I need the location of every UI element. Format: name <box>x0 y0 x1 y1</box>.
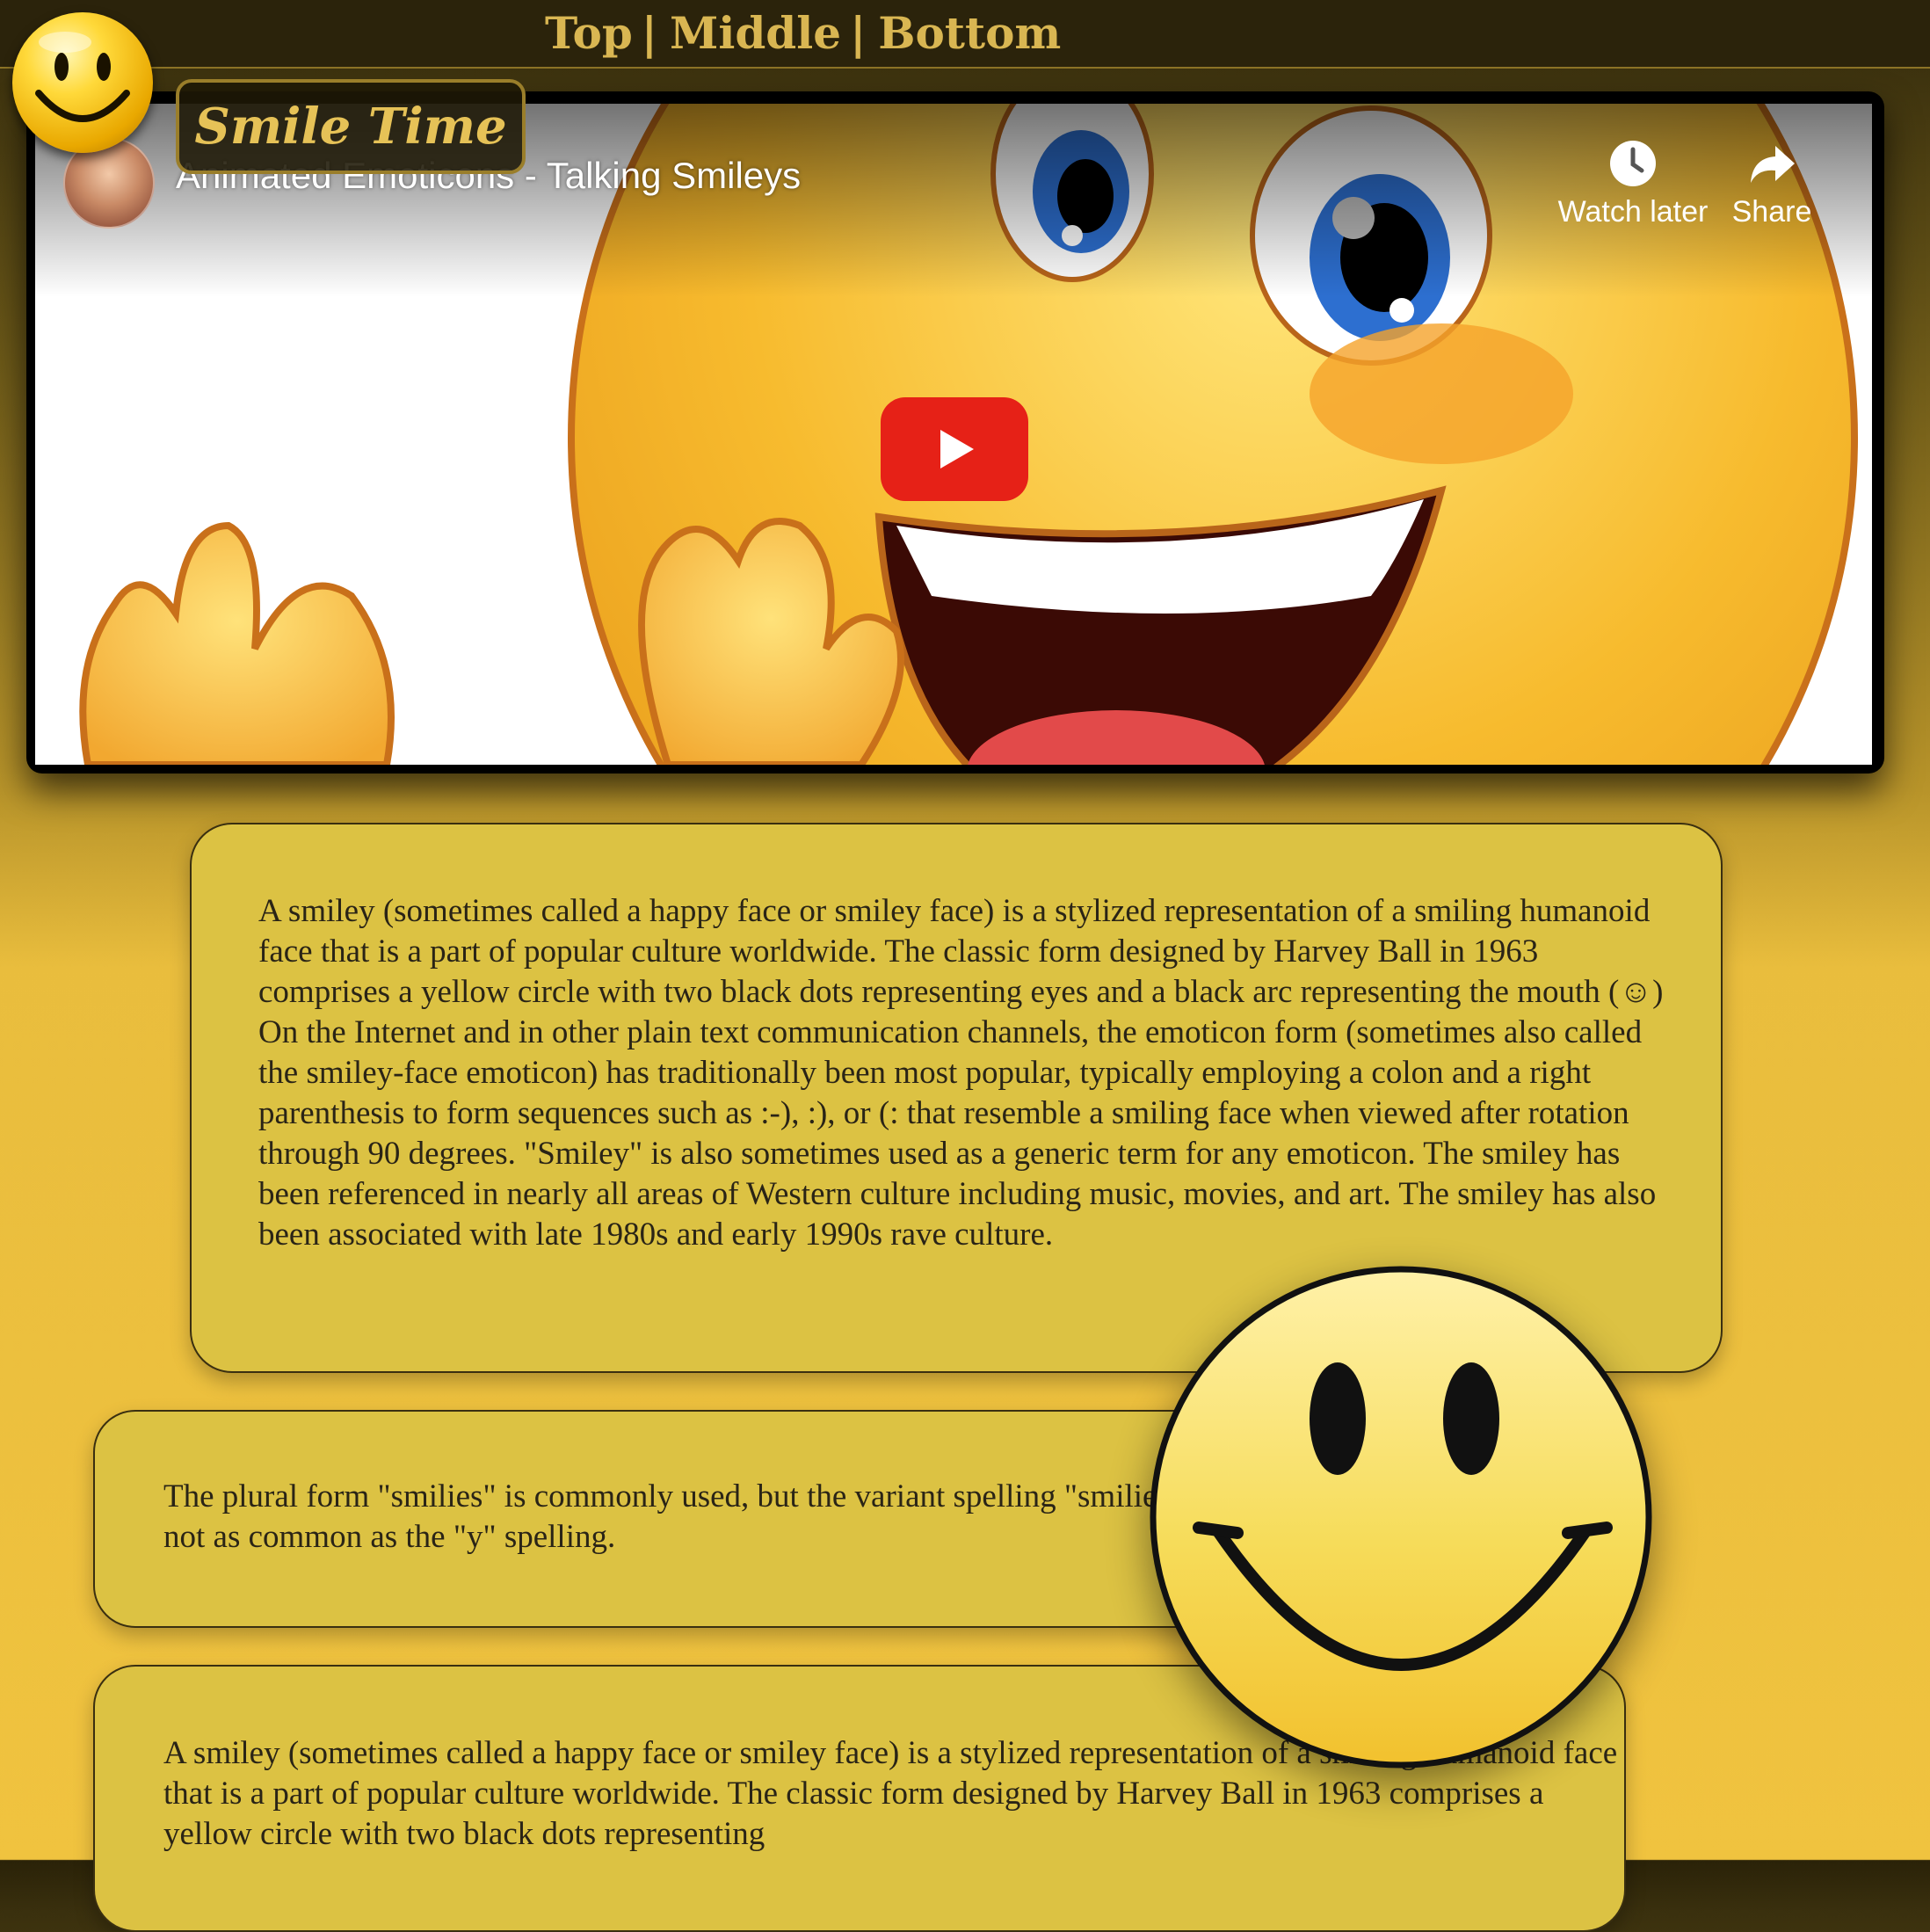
video-embed[interactable]: Animated Emoticons - Talking Smileys Wat… <box>26 91 1884 774</box>
paragraph-plural-form: The plural form "smilies" is commonly us… <box>163 1478 1201 1555</box>
top-navigation: Top | Middle | Bottom <box>0 0 1930 69</box>
smiley-face-icon <box>1150 1266 1652 1769</box>
nav-separator: | <box>641 6 657 59</box>
video-player[interactable]: Animated Emoticons - Talking Smileys Wat… <box>35 104 1872 765</box>
logo-smiley-icon <box>12 12 153 153</box>
nav-link-bottom[interactable]: Bottom <box>878 7 1061 59</box>
site-brand[interactable]: Smile Time <box>176 79 526 174</box>
nav-separator: | <box>850 6 867 59</box>
watch-later-button[interactable]: Watch later <box>1554 137 1712 229</box>
watch-later-label: Watch later <box>1557 195 1709 229</box>
nav-link-top[interactable]: Top <box>545 7 633 59</box>
play-icon <box>940 430 974 468</box>
share-button[interactable]: Share <box>1710 137 1833 229</box>
clock-icon <box>1610 141 1656 186</box>
share-label: Share <box>1731 195 1812 229</box>
share-icon <box>1751 146 1795 183</box>
paragraph-smiley-intro: A smiley (sometimes called a happy face … <box>258 893 1664 1253</box>
nav-links: Top | Middle | Bottom <box>545 2 1061 63</box>
play-button[interactable] <box>881 397 1028 501</box>
nav-link-middle[interactable]: Middle <box>670 7 841 59</box>
brand-title: Smile Time <box>194 98 507 156</box>
